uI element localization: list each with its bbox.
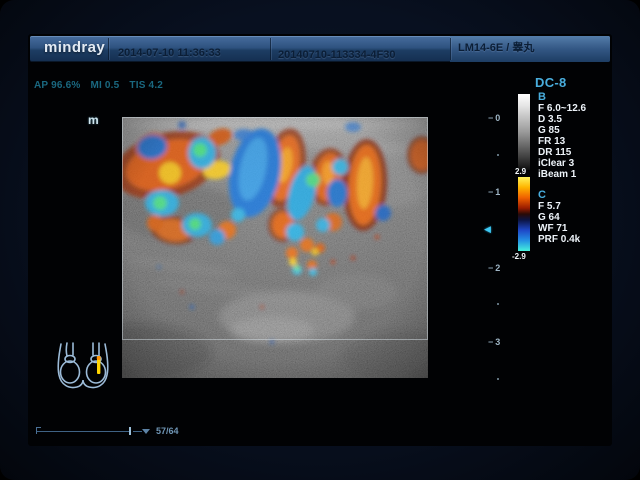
testes-body-marker-icon: [52, 340, 114, 396]
ultrasound-monitor: mindray 2014-07-10 11:36:33 20140710-113…: [0, 0, 640, 480]
grayscale-bar: [518, 94, 530, 170]
cine-track: [133, 431, 142, 432]
b-param: iBeam 1: [538, 169, 586, 180]
titlebar-divider: [108, 38, 109, 60]
b-param: D 3.5: [538, 114, 586, 125]
cine-frame-counter: 57/64: [156, 426, 179, 436]
datetime-label: 2014-07-10 11:36:33: [118, 47, 221, 59]
depth-tick-3: −3: [488, 337, 500, 347]
probe-exam-label: LM14-6E / 睾丸: [458, 39, 534, 55]
b-param: iClear 3: [538, 158, 586, 169]
depth-dot: [497, 303, 499, 305]
color-mode-params: C F 5.7 G 64 WF 71 PRF 0.4k: [538, 190, 580, 245]
ultrasound-image[interactable]: [122, 117, 428, 378]
titlebar-divider: [450, 38, 451, 60]
cine-end-marker-icon: [142, 429, 150, 434]
focus-marker-icon[interactable]: ◀: [484, 224, 491, 235]
depth-tick-1: −1: [488, 187, 500, 197]
depth-dot: [497, 154, 499, 156]
depth-dot: [497, 378, 499, 380]
system-model-label: DC-8: [535, 75, 567, 90]
orientation-marker: m: [88, 113, 99, 127]
b-mode-label: B: [538, 92, 586, 103]
mindray-logo: mindray: [44, 39, 105, 56]
tis-value: TIS 4.2: [129, 80, 163, 91]
title-bar: mindray 2014-07-10 11:36:33 20140710-113…: [30, 36, 610, 62]
body-marker[interactable]: [52, 340, 114, 401]
probe-marker-head: [97, 356, 101, 360]
study-id-label: 20140710-113334-4F30: [278, 49, 395, 61]
c-param: WF 71: [538, 223, 580, 234]
cine-bar[interactable]: 57/64: [34, 423, 214, 439]
color-mode-label: C: [538, 190, 580, 201]
acoustic-status-line: AP 96.6% MI 0.5 TIS 4.2: [34, 80, 170, 91]
doppler-color-bar: [518, 177, 530, 251]
b-param: F 6.0~12.6: [538, 103, 586, 114]
b-param: DR 115: [538, 147, 586, 158]
mi-value: MI 0.5: [90, 80, 119, 91]
cine-track[interactable]: [37, 431, 131, 432]
ap-value: AP 96.6%: [34, 80, 80, 91]
velocity-min-label: -2.9: [512, 252, 526, 261]
c-param: G 64: [538, 212, 580, 223]
cine-start-cap: [36, 427, 41, 428]
c-param: PRF 0.4k: [538, 234, 580, 245]
cine-position-marker[interactable]: [129, 427, 131, 435]
depth-tick-0: −0: [488, 113, 500, 123]
titlebar-divider: [270, 38, 271, 60]
depth-tick-2: −2: [488, 263, 500, 273]
b-mode-params: B F 6.0~12.6 D 3.5 G 85 FR 13 DR 115 iCl…: [538, 92, 586, 180]
b-param: G 85: [538, 125, 586, 136]
doppler-image-canvas: [122, 117, 428, 378]
c-param: F 5.7: [538, 201, 580, 212]
b-param: FR 13: [538, 136, 586, 147]
velocity-max-label: 2.9: [515, 167, 526, 176]
